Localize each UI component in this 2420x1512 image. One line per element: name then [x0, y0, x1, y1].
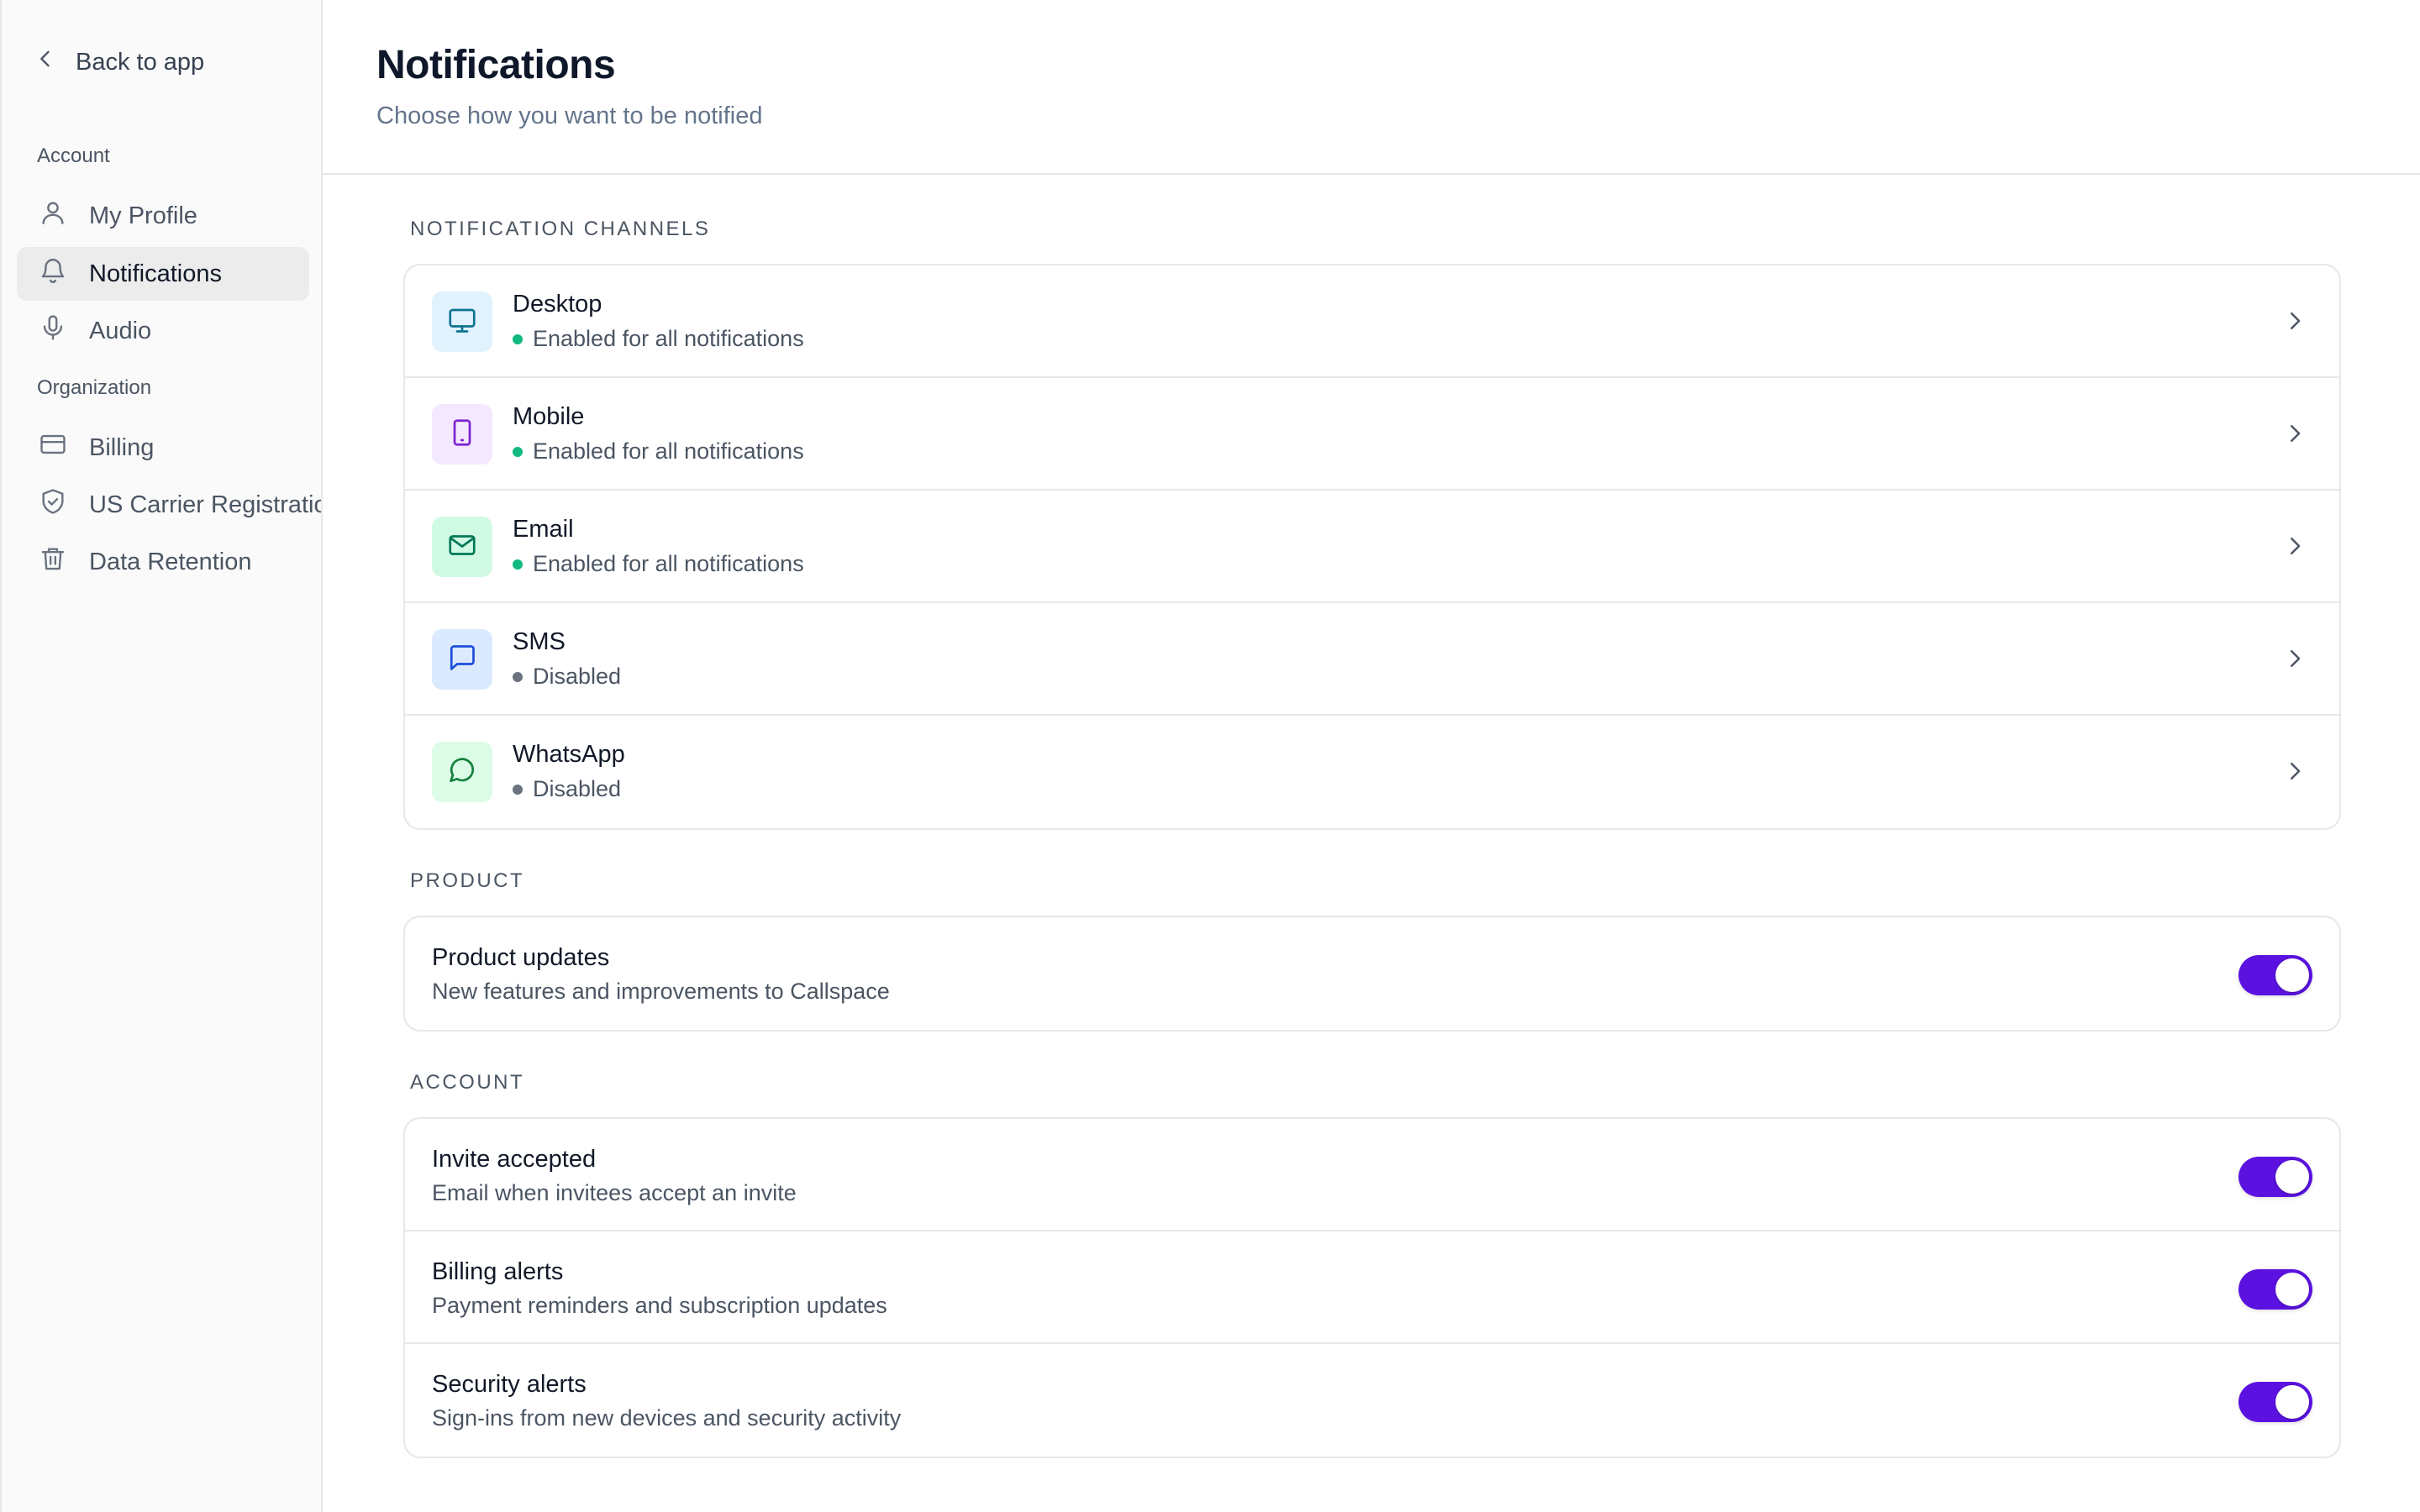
- security-alerts-toggle[interactable]: [2238, 1382, 2312, 1422]
- channel-row-sms[interactable]: SMS Disabled: [405, 603, 2339, 716]
- channel-status-text: Disabled: [533, 776, 622, 801]
- channel-row-desktop[interactable]: Desktop Enabled for all notifications: [405, 265, 2339, 378]
- chevron-right-icon: [2291, 538, 2301, 554]
- toggle-knob: [2275, 1385, 2309, 1419]
- setting-row-security-alerts: Security alerts Sign-ins from new device…: [405, 1344, 2339, 1457]
- credit-card-icon: [39, 430, 67, 465]
- settings-sidebar: Back to app Account My Profile Notificat…: [0, 0, 323, 1512]
- invite-accepted-toggle[interactable]: [2238, 1157, 2312, 1197]
- sidebar-item-label: My Profile: [89, 202, 197, 229]
- sidebar-item-label: Notifications: [89, 260, 222, 287]
- channel-status: Enabled for all notifications: [513, 551, 804, 577]
- bell-icon: [39, 256, 67, 291]
- phone-icon: [447, 417, 477, 452]
- page-subtitle: Choose how you want to be notified: [376, 102, 763, 129]
- channel-status: Enabled for all notifications: [513, 326, 804, 352]
- channel-name: Mobile: [513, 403, 585, 430]
- setting-description: New features and improvements to Callspa…: [432, 979, 890, 1004]
- setting-description: Sign-ins from new devices and security a…: [432, 1405, 902, 1431]
- monitor-icon: [447, 305, 477, 339]
- status-dot-disabled: [513, 671, 523, 682]
- channel-status: Disabled: [513, 776, 621, 802]
- channel-name: Email: [513, 516, 574, 543]
- main-content: Notifications Choose how you want to be …: [323, 0, 2420, 1512]
- product-updates-toggle[interactable]: [2238, 955, 2312, 995]
- message-circle-icon: [447, 755, 477, 790]
- channel-status: Disabled: [513, 664, 621, 690]
- toggle-knob: [2275, 1160, 2309, 1194]
- channel-row-mobile[interactable]: Mobile Enabled for all notifications: [405, 378, 2339, 491]
- chevron-left-icon: [34, 47, 57, 77]
- back-to-app-label: Back to app: [76, 48, 205, 76]
- sidebar-item-data-retention[interactable]: Data Retention: [17, 535, 309, 589]
- channel-icon-tile: [432, 629, 492, 690]
- toggle-knob: [2275, 958, 2309, 992]
- status-dot-enabled: [513, 559, 523, 570]
- channel-icon-tile: [432, 517, 492, 577]
- status-dot-enabled: [513, 333, 523, 344]
- user-icon: [39, 198, 67, 234]
- channel-icon-tile: [432, 291, 492, 352]
- shield-check-icon: [39, 487, 67, 522]
- chevron-right-icon: [2291, 312, 2301, 329]
- channel-status: Enabled for all notifications: [513, 438, 804, 465]
- channel-status-text: Enabled for all notifications: [533, 438, 804, 464]
- chevron-right-icon: [2291, 425, 2301, 442]
- status-dot-enabled: [513, 446, 523, 457]
- channel-row-whatsapp[interactable]: WhatsApp Disabled: [405, 716, 2339, 828]
- sidebar-item-audio[interactable]: Audio: [17, 304, 309, 358]
- trash-icon: [39, 544, 67, 580]
- channel-name: WhatsApp: [513, 741, 625, 768]
- setting-row-product-updates: Product updates New features and improve…: [405, 917, 2339, 1030]
- page-header: Notifications Choose how you want to be …: [323, 0, 2420, 175]
- message-square-icon: [447, 643, 477, 677]
- setting-description: Payment reminders and subscription updat…: [432, 1293, 887, 1318]
- setting-description: Email when invitees accept an invite: [432, 1180, 797, 1205]
- notification-channels-card: Desktop Enabled for all notifications Mo…: [403, 264, 2341, 830]
- app-root: Back to app Account My Profile Notificat…: [0, 0, 2420, 1512]
- page-title: Notifications: [376, 43, 616, 87]
- channel-row-email[interactable]: Email Enabled for all notifications: [405, 491, 2339, 603]
- channel-status-text: Enabled for all notifications: [533, 326, 804, 351]
- channel-status-text: Enabled for all notifications: [533, 551, 804, 576]
- sidebar-item-label: US Carrier Registration: [89, 491, 323, 518]
- channel-status-text: Disabled: [533, 664, 622, 689]
- setting-row-billing-alerts: Billing alerts Payment reminders and sub…: [405, 1231, 2339, 1344]
- mail-icon: [447, 530, 477, 564]
- setting-title: Security alerts: [432, 1371, 587, 1398]
- notification-channels-heading: Notification channels: [410, 218, 711, 240]
- sidebar-item-label: Audio: [89, 317, 152, 344]
- back-to-app-link[interactable]: Back to app: [34, 44, 204, 81]
- sidebar-item-billing[interactable]: Billing: [17, 421, 309, 475]
- channel-name: SMS: [513, 628, 566, 655]
- product-card: Product updates New features and improve…: [403, 916, 2341, 1032]
- status-dot-disabled: [513, 784, 523, 795]
- organization-section-label: Organization: [37, 376, 152, 399]
- sidebar-item-us-carrier-registration[interactable]: US Carrier Registration: [17, 478, 321, 532]
- channel-icon-tile: [432, 404, 492, 465]
- chevron-right-icon: [2291, 650, 2301, 667]
- setting-title: Invite accepted: [432, 1146, 597, 1173]
- account-section-label: Account: [37, 144, 110, 167]
- setting-title: Product updates: [432, 944, 610, 971]
- setting-title: Billing alerts: [432, 1258, 564, 1285]
- chevron-right-icon: [2291, 763, 2301, 780]
- product-heading: Product: [410, 869, 525, 892]
- channel-name: Desktop: [513, 291, 602, 318]
- sidebar-item-notifications[interactable]: Notifications: [17, 247, 309, 301]
- toggle-knob: [2275, 1273, 2309, 1306]
- sidebar-item-label: Billing: [89, 433, 155, 461]
- sidebar-item-label: Data Retention: [89, 548, 252, 575]
- account-card: Invite accepted Email when invitees acce…: [403, 1117, 2341, 1458]
- billing-alerts-toggle[interactable]: [2238, 1269, 2312, 1310]
- channel-icon-tile: [432, 742, 492, 802]
- setting-row-invite-accepted: Invite accepted Email when invitees acce…: [405, 1119, 2339, 1231]
- sidebar-item-my-profile[interactable]: My Profile: [17, 189, 309, 243]
- account-heading: Account: [410, 1071, 525, 1094]
- microphone-icon: [39, 313, 67, 349]
